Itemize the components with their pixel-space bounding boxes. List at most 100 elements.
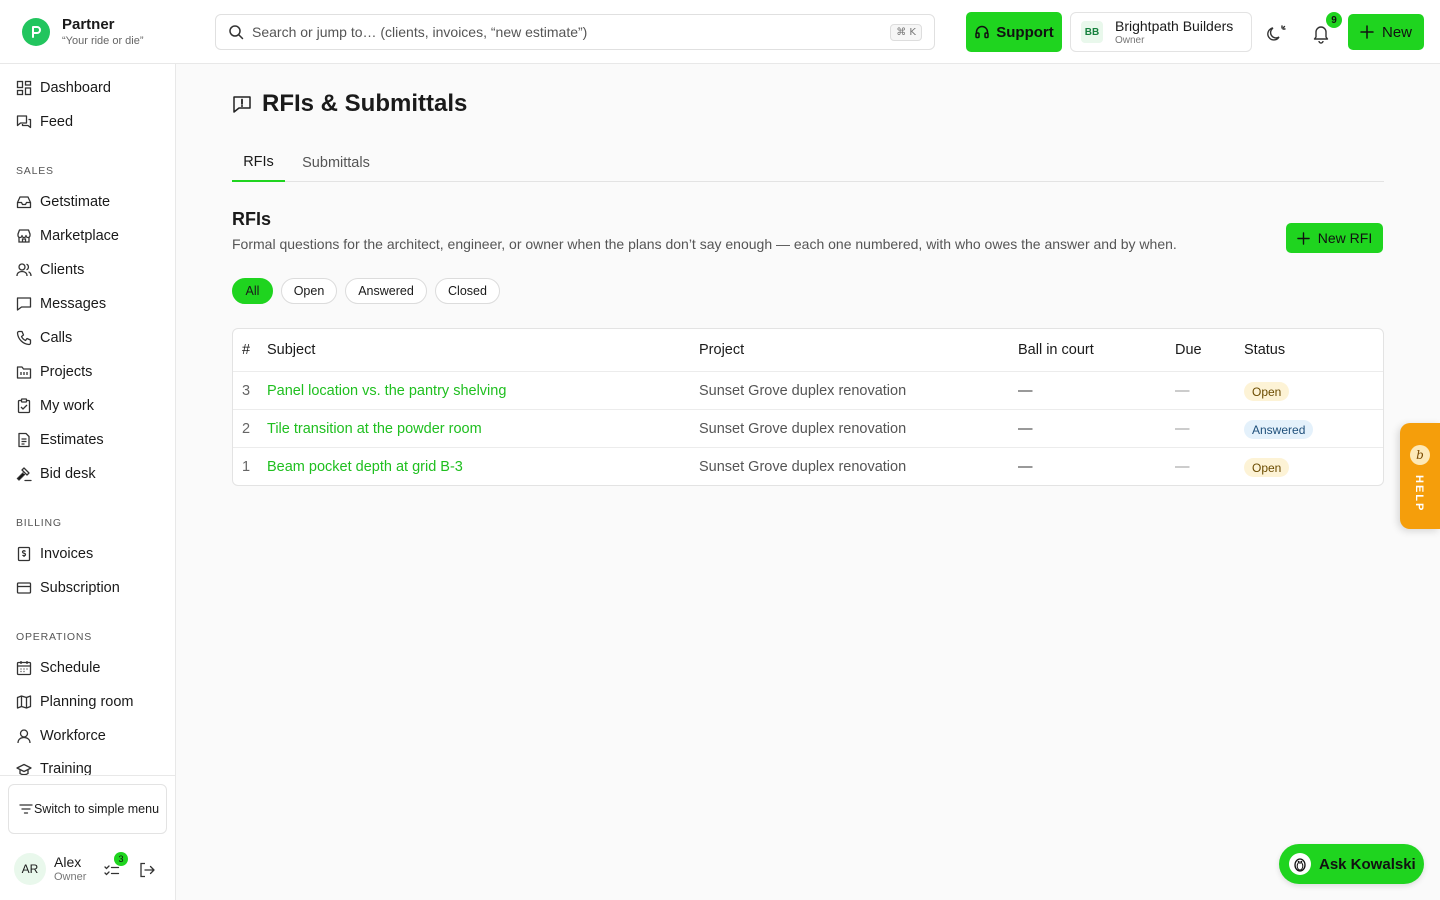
- plus-icon: [1296, 231, 1310, 245]
- sidebar-item-label: Bid desk: [40, 466, 96, 482]
- company-switcher[interactable]: BB Brightpath Builders Owner: [1070, 12, 1252, 52]
- sidebar-item-label: Subscription: [40, 580, 120, 596]
- rfi-ball-in-court: —: [1018, 459, 1033, 475]
- rfi-alert-icon: [233, 96, 251, 113]
- sidebar-item-label: Messages: [40, 296, 107, 312]
- brand[interactable]: Partner “Your ride or die”: [22, 16, 144, 48]
- inbox-icon: [16, 196, 32, 209]
- rfi-subject-link[interactable]: Beam pocket depth at grid B-3: [267, 448, 463, 485]
- table-row[interactable]: 3 Panel location vs. the pantry shelving…: [233, 371, 1383, 410]
- plus-icon: [1360, 25, 1374, 39]
- company-name: Brightpath Builders: [1115, 17, 1234, 34]
- sidebar-item-label: Feed: [40, 114, 74, 130]
- column-header-due[interactable]: Due: [1175, 329, 1202, 371]
- clipboard-icon: [17, 398, 31, 414]
- brand-name: Partner: [62, 16, 115, 33]
- invoice-icon: [17, 546, 31, 562]
- support-button[interactable]: Support: [966, 12, 1062, 52]
- status-badge: Answered: [1244, 420, 1314, 439]
- tab-submittals[interactable]: Submittals: [292, 144, 380, 182]
- help-label: HELP: [1413, 475, 1425, 513]
- sidebar-item-label: Dashboard: [40, 80, 111, 96]
- filter-open[interactable]: Open: [281, 278, 337, 304]
- sidebar-item-calls[interactable]: Calls: [16, 326, 72, 350]
- message-icon: [16, 297, 32, 311]
- ask-kowalski-button[interactable]: Ask Kowalski: [1279, 844, 1424, 884]
- sidebar-item-invoices[interactable]: Invoices: [16, 542, 93, 566]
- logout-icon[interactable]: [138, 861, 156, 882]
- column-header-ball-in-court[interactable]: Ball in court: [1018, 329, 1094, 371]
- sidebar-item-label: Training: [40, 761, 92, 776]
- filter-all[interactable]: All: [232, 278, 273, 304]
- sidebar: Dashboard Feed SALES Getstimate Marketpl…: [0, 64, 176, 900]
- sidebar-item-label: Calls: [40, 330, 73, 346]
- phone-icon: [16, 330, 32, 346]
- new-button[interactable]: New: [1348, 14, 1424, 50]
- partner-logo-icon: [22, 18, 50, 46]
- sales-section-label: SALES: [16, 165, 54, 177]
- table-row[interactable]: 2 Tile transition at the powder room Sun…: [233, 409, 1383, 448]
- sidebar-item-label: Workforce: [40, 728, 106, 744]
- sidebar-item-estimates[interactable]: Estimates: [16, 428, 104, 452]
- theme-toggle-icon[interactable]: [1266, 22, 1288, 44]
- help-tab[interactable]: b HELP: [1400, 423, 1440, 529]
- billing-section-label: BILLING: [16, 517, 62, 529]
- status-badge: Open: [1244, 382, 1290, 401]
- worker-icon: [17, 729, 31, 744]
- new-rfi-button[interactable]: New RFI: [1286, 223, 1383, 253]
- document-icon: [18, 432, 30, 448]
- sidebar-item-label: Schedule: [40, 660, 101, 676]
- rfi-due: —: [1175, 421, 1190, 437]
- rfi-subject-link[interactable]: Tile transition at the powder room: [267, 410, 482, 448]
- sidebar-item-label: My work: [40, 398, 94, 414]
- sidebar-item-my-work[interactable]: My work: [16, 394, 94, 418]
- column-header-status[interactable]: Status: [1244, 329, 1285, 371]
- sidebar-item-getstimate[interactable]: Getstimate: [16, 190, 110, 214]
- sidebar-item-bid-desk[interactable]: Bid desk: [16, 462, 96, 486]
- calendar-icon: [16, 661, 32, 676]
- graduation-icon: [16, 763, 32, 776]
- sidebar-item-clients[interactable]: Clients: [16, 258, 84, 282]
- rfi-number: 1: [242, 459, 251, 475]
- sidebar-item-dashboard[interactable]: Dashboard: [16, 76, 111, 100]
- company-role: Owner: [1115, 34, 1145, 46]
- company-avatar: BB: [1081, 21, 1103, 43]
- sidebar-item-messages[interactable]: Messages: [16, 292, 106, 316]
- rfi-project: Sunset Grove duplex renovation: [699, 383, 907, 399]
- filter-answered[interactable]: Answered: [345, 278, 427, 304]
- section-title: RFIs: [232, 209, 272, 229]
- column-header-subject[interactable]: Subject: [267, 329, 315, 371]
- tab-rfis[interactable]: RFIs: [232, 144, 285, 182]
- tasks-icon[interactable]: [104, 864, 120, 881]
- rfi-subject-link[interactable]: Panel location vs. the pantry shelving: [267, 372, 506, 410]
- user-role: Owner: [54, 871, 87, 883]
- rfi-project: Sunset Grove duplex renovation: [699, 421, 907, 437]
- sidebar-item-planning-room[interactable]: Planning room: [16, 690, 134, 714]
- sidebar-item-feed[interactable]: Feed: [16, 110, 73, 134]
- rfi-ball-in-court: —: [1018, 421, 1033, 437]
- page-tabs: RFIs Submittals: [232, 144, 1384, 182]
- rfi-due: —: [1175, 383, 1190, 399]
- sidebar-item-label: Getstimate: [40, 194, 111, 210]
- status-badge: Open: [1244, 458, 1290, 477]
- sidebar-item-projects[interactable]: Projects: [16, 360, 92, 384]
- sidebar-item-training[interactable]: Training: [16, 758, 92, 776]
- search-input[interactable]: [252, 24, 891, 40]
- sidebar-item-marketplace[interactable]: Marketplace: [16, 224, 119, 248]
- column-header-number[interactable]: #: [242, 329, 250, 371]
- column-header-project[interactable]: Project: [699, 329, 744, 371]
- sidebar-item-subscription[interactable]: Subscription: [16, 576, 120, 600]
- switch-simple-menu-button[interactable]: Switch to simple menu: [8, 784, 167, 834]
- new-rfi-label: New RFI: [1317, 230, 1373, 246]
- search-bar[interactable]: ⌘ K: [215, 14, 935, 50]
- sidebar-item-schedule[interactable]: Schedule: [16, 656, 100, 680]
- filter-closed[interactable]: Closed: [435, 278, 500, 304]
- card-icon: [16, 582, 32, 594]
- sidebar-item-label: Estimates: [40, 432, 104, 448]
- filter-icon: [19, 804, 33, 814]
- rfi-project: Sunset Grove duplex renovation: [699, 459, 907, 475]
- sidebar-item-label: Projects: [40, 364, 93, 380]
- table-row[interactable]: 1 Beam pocket depth at grid B-3 Sunset G…: [233, 447, 1383, 485]
- help-logo-icon: b: [1410, 445, 1430, 465]
- sidebar-item-workforce[interactable]: Workforce: [16, 724, 106, 748]
